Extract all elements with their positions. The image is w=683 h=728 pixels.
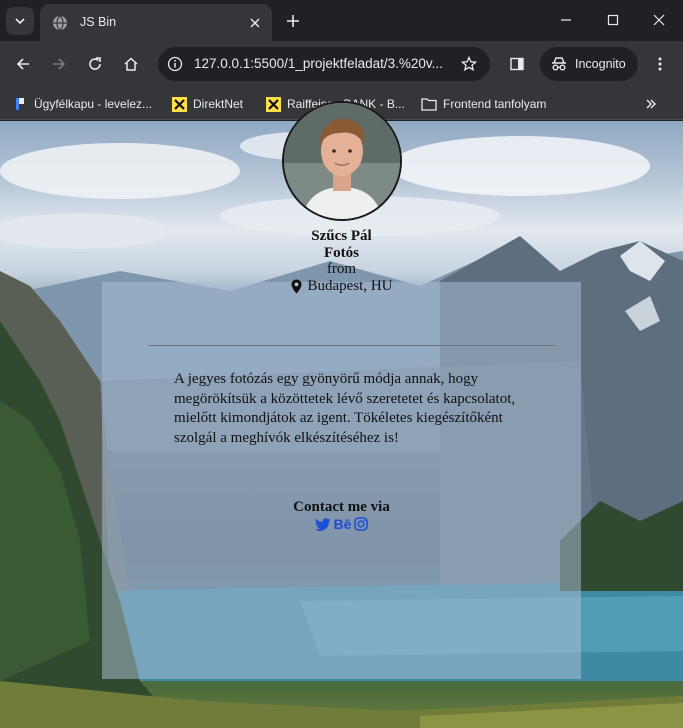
profile-name: Szűcs Pál <box>311 228 372 244</box>
instagram-icon[interactable] <box>354 516 369 532</box>
url-text[interactable]: 127.0.0.1:5500/1_projektfeladat/3.%20v..… <box>194 56 446 71</box>
minimize-button[interactable] <box>543 0 589 40</box>
arrow-left-icon <box>16 58 29 70</box>
profile-avatar <box>282 101 402 221</box>
arrow-right-icon <box>53 58 66 70</box>
reload-icon <box>89 57 101 70</box>
profile-card <box>102 282 581 679</box>
bookmark-label: Ügyfélkapu - levelez... <box>34 97 153 111</box>
incognito-label: Incognito <box>575 57 626 71</box>
profile-from-label: from <box>326 261 357 277</box>
card-divider <box>148 345 556 346</box>
address-bar[interactable]: 127.0.0.1:5500/1_projektfeladat/3.%20v..… <box>158 47 490 81</box>
map-pin-icon <box>291 279 301 294</box>
twitter-icon[interactable] <box>314 516 331 532</box>
new-tab-button[interactable] <box>282 10 304 32</box>
side-panel-icon <box>510 57 524 71</box>
maximize-button[interactable] <box>590 0 636 40</box>
reload-button[interactable] <box>81 50 109 78</box>
back-button[interactable] <box>9 50 37 78</box>
more-vertical-icon <box>658 57 662 71</box>
bookmark-flag-icon <box>12 96 28 112</box>
profile-location: Budapest, HU <box>102 278 581 295</box>
chevron-down-icon <box>15 18 25 25</box>
tab-strip: JS Bin <box>0 0 683 41</box>
bookmark-label: DirektNet <box>193 97 244 111</box>
close-tab-icon[interactable] <box>246 14 264 32</box>
minimize-icon <box>561 19 571 21</box>
bookmark-star-icon[interactable] <box>460 55 478 73</box>
plus-icon <box>287 15 299 27</box>
forward-button[interactable] <box>45 50 73 78</box>
close-icon <box>653 14 665 26</box>
maximize-icon <box>607 14 619 26</box>
site-info-icon[interactable] <box>165 54 185 74</box>
browser-menu-button[interactable] <box>650 53 670 75</box>
avatar-photo <box>284 103 400 219</box>
browser-tab[interactable]: JS Bin <box>40 4 272 41</box>
globe-icon <box>53 15 67 31</box>
bookmark-item[interactable]: DirektNet <box>171 94 243 114</box>
close-window-button[interactable] <box>636 0 682 40</box>
bookmark-item[interactable]: Frontend tanfolyam <box>421 94 546 114</box>
bookmark-label: Frontend tanfolyam <box>443 97 547 111</box>
double-chevron-right-icon <box>646 99 656 109</box>
incognito-icon <box>552 57 566 71</box>
tab-search-button[interactable] <box>6 7 34 35</box>
home-icon <box>124 57 138 71</box>
contact-heading: Contact me via <box>293 499 390 515</box>
social-links: Bē <box>102 516 581 532</box>
behance-icon[interactable]: Bē <box>334 516 352 532</box>
bookmark-item[interactable]: Ügyfélkapu - levelez... <box>12 94 152 114</box>
location-text: Budapest, HU <box>307 278 393 294</box>
profile-role: Fotós <box>324 245 359 261</box>
tab-title: JS Bin <box>80 15 117 29</box>
bookmarks-overflow-button[interactable] <box>642 94 660 114</box>
raiffeisen-icon <box>171 96 187 112</box>
browser-toolbar: 127.0.0.1:5500/1_projektfeladat/3.%20v..… <box>0 41 683 87</box>
raiffeisen-icon <box>265 96 281 112</box>
home-button[interactable] <box>117 50 145 78</box>
side-panel-button[interactable] <box>506 53 528 75</box>
folder-icon <box>421 96 437 112</box>
profile-bio: A jegyes fotózás egy gyönyörű módja anna… <box>174 371 516 446</box>
incognito-button[interactable]: Incognito <box>540 47 638 81</box>
